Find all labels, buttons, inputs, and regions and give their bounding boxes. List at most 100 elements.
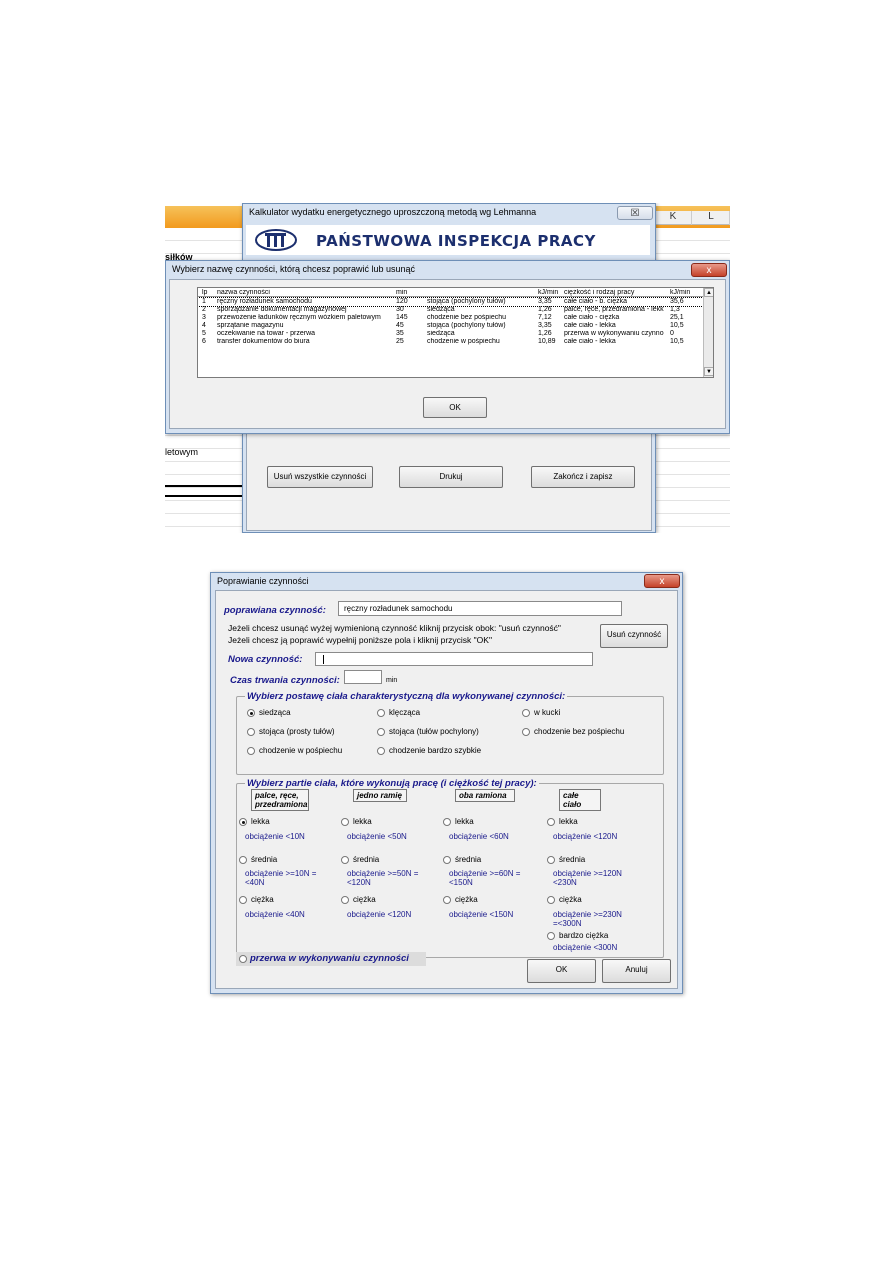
ok-button[interactable]: OK [423,397,487,418]
finish-button[interactable]: Zakończ i zapisz [531,466,635,488]
listbox-cell: 35 [396,330,404,337]
listbox-cell: min [396,289,408,296]
listbox-cell: 120 [396,298,408,305]
listbox-row[interactable]: 3 przewożenie ładunków ręcznym wózkiem pa… [198,314,703,322]
load-label[interactable]: ciężka [353,895,376,904]
load-description: obciążenie <60N [449,832,509,841]
load-label[interactable]: ciężka [455,895,478,904]
load-radio-srednia[interactable] [443,856,451,864]
listbox-row[interactable]: 1 ręczny rozładunek samochodu 120 stojąca (… [198,297,704,307]
load-radio-srednia[interactable] [239,856,247,864]
load-label[interactable]: ciężka [559,895,582,904]
delete-activity-button[interactable]: Usuń czynność [600,624,668,648]
posture-caption: Wybierz postawę ciała charakterystyczną … [245,691,568,702]
load-radio-ciezka[interactable] [547,896,555,904]
load-radio-lekka[interactable] [547,818,555,826]
posture-label[interactable]: chodzenie bez pośpiechu [534,727,624,736]
posture-label[interactable]: siedząca [259,708,291,717]
posture-radio[interactable] [247,709,255,717]
posture-radio[interactable] [522,728,530,736]
load-label[interactable]: lekka [353,817,372,826]
break-option[interactable]: przerwa w wykonywaniu czynności [236,952,426,966]
listbox-cell: sporządzanie dokumentacji magazynowej [217,306,347,313]
load-label[interactable]: lekka [559,817,578,826]
load-radio-ciezka[interactable] [341,896,349,904]
scroll-down-icon[interactable]: ▼ [704,367,713,376]
clear-all-button[interactable]: Usuń wszystkie czynności [267,466,373,488]
break-radio[interactable] [239,955,247,963]
cancel-button[interactable]: Anuluj [602,959,671,983]
load-label[interactable]: średnia [251,855,277,864]
load-radio-srednia[interactable] [547,856,555,864]
activity-listbox[interactable]: lp nazwa czynności min kJ/min ciężkość i rod… [197,287,714,378]
listbox-cell: lp [202,289,208,296]
posture-label[interactable]: stojąca (tułów pochylony) [389,727,479,736]
scroll-up-icon[interactable]: ▲ [704,288,713,297]
dialog-client-area: lp nazwa czynności min kJ/min ciężkość i rod… [169,279,726,429]
load-label[interactable]: średnia [353,855,379,864]
load-radio-lekka[interactable] [341,818,349,826]
listbox-cell: sprzątanie magazynu [217,322,284,329]
print-button[interactable]: Drukuj [399,466,503,488]
screenshot-excel-calculator: K L siłków letowym Kalkulator wydatku en… [165,203,730,533]
edited-activity-field[interactable]: ręczny rozładunek samochodu [338,601,622,616]
listbox-cell: ciężkość i rodzaj pracy [564,289,635,296]
load-description: obciążenie <120N [553,832,618,841]
posture-label[interactable]: w kucki [534,708,560,717]
listbox-cell: 7,12 [538,314,552,321]
load-description: obciążenie <10N [245,832,305,841]
posture-label[interactable]: chodzenie bardzo szybkie [389,746,481,755]
posture-radio[interactable] [247,747,255,755]
body-part-heading: całe ciało [559,789,601,811]
load-radio-bardzo[interactable] [547,932,555,940]
close-icon[interactable]: x [691,263,727,277]
new-activity-input[interactable] [315,652,593,666]
posture-radio[interactable] [247,728,255,736]
load-label[interactable]: bardzo ciężka [559,931,608,940]
close-icon[interactable]: x [644,574,680,588]
posture-label[interactable]: klęcząca [389,708,420,717]
listbox-header-row[interactable]: lp nazwa czynności min kJ/min ciężkość i rod… [198,289,703,297]
load-label[interactable]: lekka [251,817,270,826]
listbox-row[interactable]: 2 sporządzanie dokumentacji magazynowej 30… [198,306,703,314]
load-label[interactable]: średnia [455,855,481,864]
pip-logo-bar: PAŃSTWOWA INSPEKCJA PRACY [246,225,650,255]
load-radio-ciezka[interactable] [443,896,451,904]
listbox-cell: 25 [396,338,404,345]
posture-radio[interactable] [377,747,385,755]
column-header-k[interactable]: K [655,211,692,225]
load-radio-ciezka[interactable] [239,896,247,904]
load-label[interactable]: lekka [455,817,474,826]
load-radio-lekka[interactable] [239,818,247,826]
listbox-scrollbar[interactable]: ▲ ▼ [703,288,713,377]
duration-label: Czas trwania czynności: [230,675,340,686]
listbox-cell: 10,5 [670,322,684,329]
close-icon[interactable]: ☒ [617,206,653,220]
load-description: obciążenie >=50N =<120N [347,869,419,887]
ok-button[interactable]: OK [527,959,596,983]
posture-label[interactable]: chodzenie w pośpiechu [259,746,342,755]
listbox-cell: przerwa w wykonywaniu czynno [564,330,664,337]
posture-radio[interactable] [522,709,530,717]
posture-radio[interactable] [377,728,385,736]
posture-radio[interactable] [377,709,385,717]
posture-label[interactable]: stojąca (prosty tułów) [259,727,335,736]
listbox-cell: chodzenie bez pośpiechu [427,314,507,321]
listbox-cell: ręczny rozładunek samochodu [217,298,312,305]
listbox-row[interactable]: 4 sprzątanie magazynu 45 stojąca (pochylony… [198,322,703,330]
listbox-row[interactable]: 5 oczekiwanie na towar - przerwa 35 siedząc… [198,330,703,338]
load-radio-srednia[interactable] [341,856,349,864]
load-label[interactable]: ciężka [251,895,274,904]
load-label[interactable]: średnia [559,855,585,864]
listbox-cell: oczekiwanie na towar - przerwa [217,330,316,337]
load-radio-lekka[interactable] [443,818,451,826]
listbox-cell: 45 [396,322,404,329]
info-text: Jeżeli chcesz usunąć wyżej wymienioną cz… [228,623,561,633]
listbox-cell: kJ/min [538,289,559,296]
load-description: obciążenie >=60N =<150N [449,869,521,887]
listbox-cell: 6 [202,338,206,345]
listbox-row[interactable]: 6 transfer dokumentów do biura 25 chodzenie… [198,338,703,346]
column-header-l[interactable]: L [693,211,730,225]
cell-border [165,495,245,497]
duration-input[interactable] [344,670,382,684]
